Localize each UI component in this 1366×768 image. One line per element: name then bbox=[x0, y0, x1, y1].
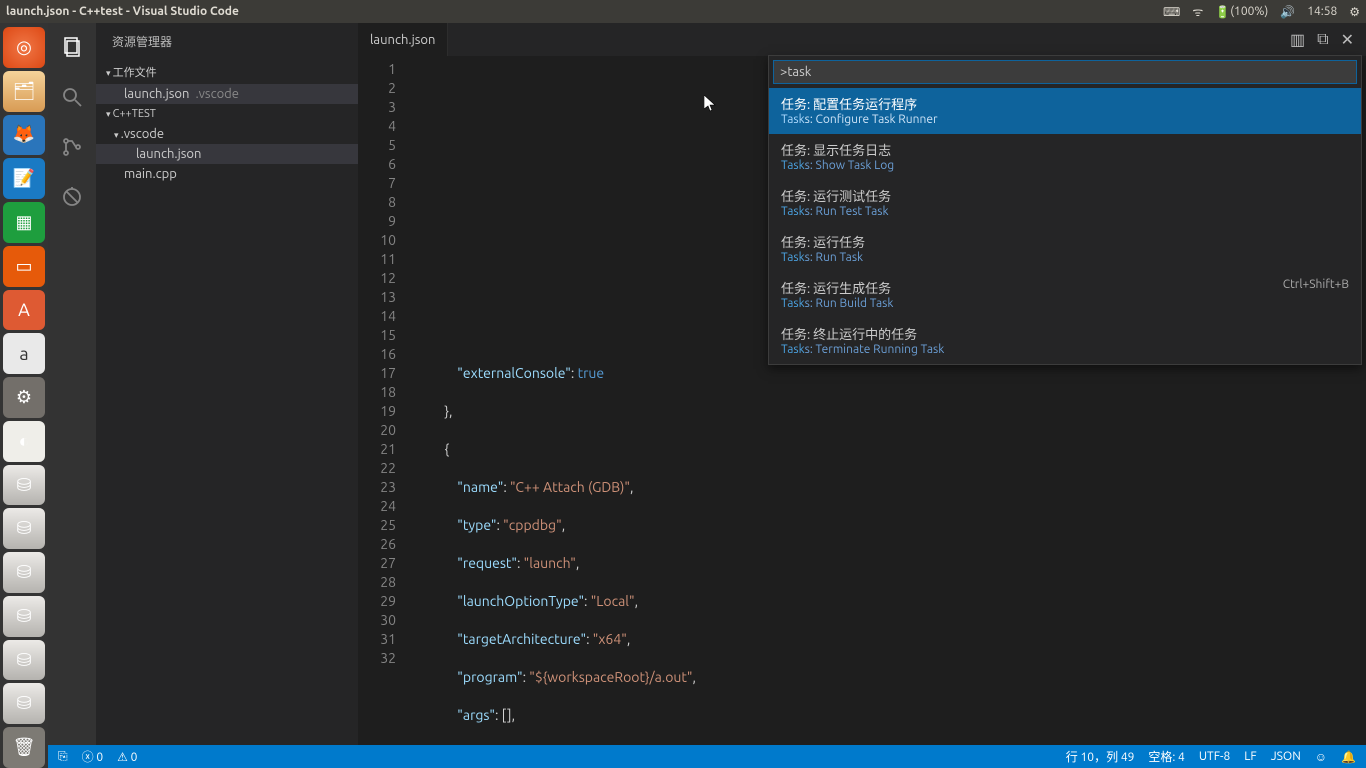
battery-indicator[interactable]: 🔋 (100%) bbox=[1215, 5, 1268, 19]
settings-icon[interactable]: ⚙ bbox=[3, 377, 45, 418]
files-icon[interactable]: 🗂 bbox=[3, 71, 45, 112]
errors-indicator[interactable]: ⓧ 0 bbox=[82, 748, 104, 765]
trash-icon[interactable]: 🗑 bbox=[3, 727, 45, 768]
drive-icon[interactable]: ⛁ bbox=[3, 683, 45, 724]
eol-status[interactable]: LF bbox=[1244, 750, 1256, 763]
palette-item[interactable]: 任务: 显示任务日志Tasks: Show Task Log bbox=[769, 134, 1361, 180]
encoding-status[interactable]: UTF-8 bbox=[1199, 750, 1230, 763]
wifi-icon[interactable]: ᯤ bbox=[1192, 3, 1203, 20]
keyboard-icon[interactable]: ⌨ bbox=[1163, 5, 1180, 19]
explorer-title: 资源管理器 bbox=[96, 23, 358, 60]
vscode-window: 资源管理器 工作文件 launch.json .vscode C++TEST .… bbox=[48, 23, 1366, 745]
palette-item[interactable]: Ctrl+Shift+B任务: 运行生成任务Tasks: Run Build T… bbox=[769, 272, 1361, 318]
impress-icon[interactable]: ▭ bbox=[3, 246, 45, 287]
firefox-icon[interactable]: 🦊 bbox=[3, 115, 45, 156]
language-status[interactable]: JSON bbox=[1271, 750, 1301, 763]
calc-icon[interactable]: ▦ bbox=[3, 202, 45, 243]
close-editor-icon[interactable]: ✕ bbox=[1341, 30, 1354, 49]
project-section[interactable]: C++TEST bbox=[96, 104, 358, 124]
amazon-icon[interactable]: a bbox=[3, 333, 45, 374]
palette-item[interactable]: 任务: 运行测试任务Tasks: Run Test Task bbox=[769, 180, 1361, 226]
notifications-icon[interactable]: 🔔 bbox=[1341, 750, 1356, 764]
window-title: launch.json - C++test - Visual Studio Co… bbox=[6, 5, 239, 18]
software-center-icon[interactable]: A bbox=[3, 290, 45, 331]
unity-launcher: ◎ 🗂 🦊 📝 ▦ ▭ A a ⚙ ▶ ◐ ⛁ ⛁ ⛁ ⛁ ⛁ ⛁ 🗑 bbox=[0, 23, 48, 768]
cursor-position[interactable]: 行 10，列 49 bbox=[1066, 748, 1135, 765]
drive-icon[interactable]: ⛁ bbox=[3, 465, 45, 506]
drive-icon[interactable]: ⛁ bbox=[3, 640, 45, 681]
working-file-item[interactable]: launch.json .vscode bbox=[96, 84, 358, 104]
working-files-section[interactable]: 工作文件 bbox=[96, 60, 358, 84]
feedback-icon[interactable]: ☺ bbox=[1315, 750, 1327, 764]
clock[interactable]: 14:58 bbox=[1307, 5, 1337, 18]
git-icon[interactable] bbox=[58, 133, 86, 161]
open-changes-icon[interactable]: ⧉ bbox=[1317, 30, 1328, 49]
palette-item[interactable]: 任务: 配置任务运行程序Tasks: Configure Task Runner bbox=[769, 88, 1361, 134]
folder-vscode[interactable]: .vscode bbox=[96, 124, 358, 144]
drive-icon[interactable]: ⛁ bbox=[3, 508, 45, 549]
split-editor-icon[interactable]: ▥ bbox=[1290, 30, 1305, 49]
indent-status[interactable]: 空格: 4 bbox=[1148, 748, 1184, 765]
editor-tabbar: launch.json ▥ ⧉ ✕ bbox=[358, 23, 1366, 56]
debug-icon[interactable] bbox=[58, 183, 86, 211]
drive-icon[interactable]: ⛁ bbox=[3, 596, 45, 637]
warnings-indicator[interactable]: ⚠ 0 bbox=[117, 750, 137, 764]
file-main-cpp[interactable]: main.cpp bbox=[96, 164, 358, 184]
explorer-sidebar: 资源管理器 工作文件 launch.json .vscode C++TEST .… bbox=[96, 23, 358, 745]
file-launch-json[interactable]: launch.json bbox=[96, 144, 358, 164]
explorer-icon[interactable] bbox=[58, 33, 86, 61]
command-palette: 任务: 配置任务运行程序Tasks: Configure Task Runner… bbox=[768, 55, 1362, 365]
os-menubar: launch.json - C++test - Visual Studio Co… bbox=[0, 0, 1366, 23]
status-bar: ⎘ ⓧ 0 ⚠ 0 行 10，列 49 空格: 4 UTF-8 LF JSON … bbox=[48, 745, 1366, 768]
dash-icon[interactable]: ◎ bbox=[3, 27, 45, 68]
palette-item[interactable]: 任务: 运行任务Tasks: Run Task bbox=[769, 226, 1361, 272]
line-gutter: 1234567891011121314151617181920212223242… bbox=[358, 56, 406, 745]
system-tray: ⌨ ᯤ 🔋 (100%) 🔊 14:58 ⚙ bbox=[1163, 3, 1360, 20]
tab-launch-json[interactable]: launch.json bbox=[358, 23, 448, 56]
search-icon[interactable] bbox=[58, 83, 86, 111]
writer-icon[interactable]: 📝 bbox=[3, 158, 45, 199]
palette-item[interactable]: 任务: 终止运行中的任务Tasks: Terminate Running Tas… bbox=[769, 318, 1361, 364]
volume-icon[interactable]: 🔊 bbox=[1280, 5, 1295, 19]
gear-icon[interactable]: ⚙ bbox=[1349, 5, 1360, 19]
ports-icon[interactable]: ⎘ bbox=[58, 750, 68, 764]
command-palette-input[interactable] bbox=[773, 60, 1357, 84]
activity-bar bbox=[48, 23, 96, 745]
drive-icon[interactable]: ⛁ bbox=[3, 552, 45, 593]
eclipse-icon[interactable]: ◐ bbox=[3, 421, 45, 462]
editor-area: launch.json ▥ ⧉ ✕ 1234567891011121314151… bbox=[358, 23, 1366, 745]
